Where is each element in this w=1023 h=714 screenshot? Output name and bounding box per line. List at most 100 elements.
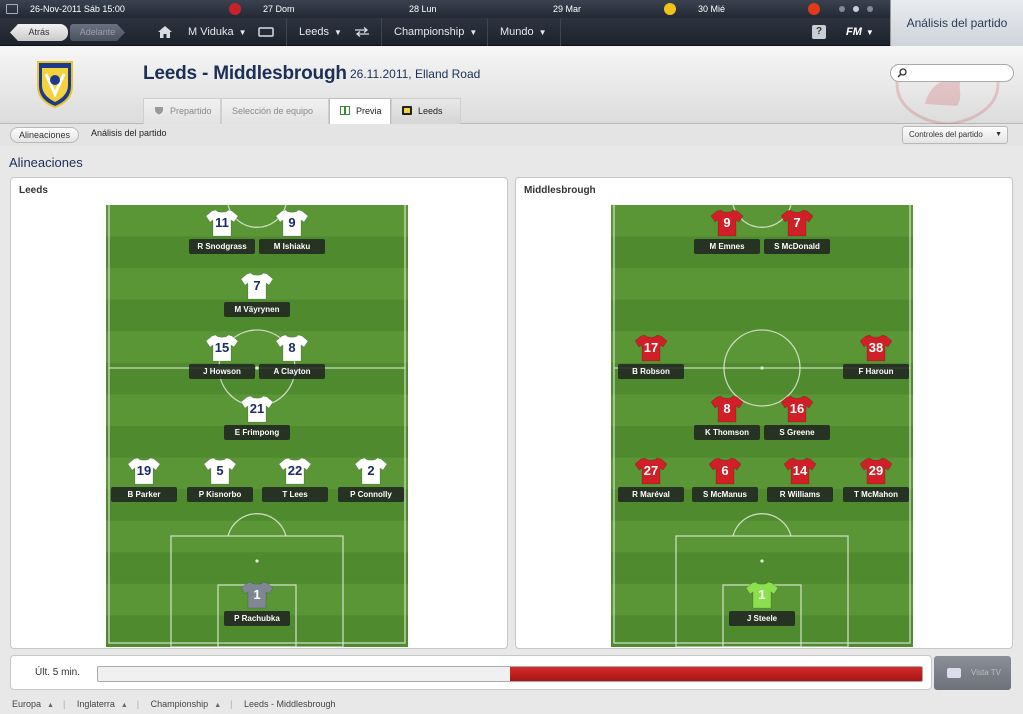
away-lineup-panel: Middlesbrough 9 M Emnes 7 S McDonald 17 B Rob…	[515, 177, 1013, 649]
shirt-number: 5	[216, 463, 224, 478]
player-marker[interactable]: 16 S Greene	[764, 395, 830, 449]
forward-button[interactable]: Adelante	[70, 24, 125, 41]
player-name: J Steele	[729, 611, 795, 626]
calendar-day[interactable]: 28 Lun	[409, 0, 437, 18]
club-menu[interactable]: Leeds ▼	[286, 18, 342, 46]
player-marker[interactable]: 14 R Williams	[767, 457, 833, 511]
momentum-bar-fill	[510, 667, 922, 681]
player-marker[interactable]: 1 P Rachubka	[224, 581, 290, 635]
player-marker[interactable]: 7 M Väyrynen	[224, 272, 290, 326]
player-name: F Haroun	[843, 364, 909, 379]
player-name: R Maréval	[618, 487, 684, 502]
inbox-icon[interactable]	[258, 27, 274, 37]
player-name: T McMahon	[843, 487, 909, 502]
transfer-arrows-icon[interactable]	[354, 27, 370, 37]
shirt-number: 27	[643, 463, 659, 478]
calendar-day[interactable]: 27 Dom	[263, 0, 295, 18]
player-marker[interactable]: 8 K Thomson	[694, 395, 760, 449]
home-team-name: Leeds	[19, 185, 48, 196]
manager-label: M Viduka	[188, 26, 234, 38]
shirt-number: 14	[792, 463, 808, 478]
player-marker[interactable]: 27 R Maréval	[618, 457, 684, 511]
player-marker[interactable]: 29 T McMahon	[843, 457, 909, 511]
match-controls-dropdown[interactable]: Controles del partido ▼	[902, 126, 1008, 144]
competition-menu[interactable]: Championship ▼	[381, 18, 477, 46]
navigation-bar: Atrás Adelante M Viduka ▼ Leeds ▼ Champion…	[0, 18, 890, 46]
world-menu[interactable]: Mundo ▼	[487, 18, 547, 46]
footer-crumb[interactable]: Inglaterra	[77, 699, 115, 709]
tab-label: Selección de equipo	[232, 106, 314, 116]
player-name: J Howson	[189, 364, 255, 379]
calendar-day[interactable]: 29 Mar	[553, 0, 581, 18]
momentum-label: Últ. 5 min.	[35, 667, 81, 678]
shirt-number: 21	[249, 401, 265, 416]
tab-prepartido[interactable]: Prepartido	[143, 98, 221, 124]
player-marker[interactable]: 1 J Steele	[729, 581, 795, 635]
player-marker[interactable]: 9 M Ishiaku	[259, 209, 325, 263]
chevron-down-icon: ▼	[865, 28, 874, 37]
tab-leeds[interactable]: Leeds	[391, 98, 461, 124]
player-marker[interactable]: 8 A Clayton	[259, 334, 325, 388]
shirt-number: 7	[793, 215, 801, 230]
world-label: Mundo	[500, 26, 534, 38]
player-marker[interactable]: 11 R Snodgrass	[189, 209, 255, 263]
calendar-day[interactable]: 30 Mié	[698, 0, 725, 18]
player-marker[interactable]: 19 B Parker	[111, 457, 177, 511]
player-name: P Connolly	[338, 487, 404, 502]
triangle-up-icon[interactable]: ▲	[47, 702, 54, 709]
footer-crumb[interactable]: Championship	[151, 699, 209, 709]
alineaciones-button[interactable]: Alineaciones	[10, 127, 80, 143]
triangle-up-icon[interactable]: ▲	[121, 702, 128, 709]
triangle-up-icon[interactable]: ▲	[214, 702, 221, 709]
shirt-number: 38	[868, 340, 884, 355]
sub-navigation: Alineaciones Análisis del partido Contro…	[0, 124, 1023, 146]
player-marker[interactable]: 22 T Lees	[262, 457, 328, 511]
player-marker[interactable]: 9 M Emnes	[694, 209, 760, 263]
player-name: B Parker	[111, 487, 177, 502]
calendar-bar: 26-Nov-2011 Sáb 15:00 27 Dom 28 Lun 29 M…	[0, 0, 890, 18]
back-button[interactable]: Atrás	[10, 24, 68, 41]
player-marker[interactable]: 5 P Kisnorbo	[187, 457, 253, 511]
player-marker[interactable]: 2 P Connolly	[338, 457, 404, 511]
match-title: Leeds - Middlesbrough	[143, 63, 347, 84]
player-marker[interactable]: 38 F Haroun	[843, 334, 909, 388]
player-marker[interactable]: 17 B Robson	[618, 334, 684, 388]
calendar-scroll-controls[interactable]	[835, 0, 890, 18]
footer-crumb[interactable]: Leeds - Middlesbrough	[244, 699, 336, 709]
tv-view-button[interactable]: Vista TV	[934, 656, 1011, 690]
tv-icon	[947, 668, 961, 678]
help-button[interactable]: ?	[812, 25, 826, 39]
player-name: S McManus	[692, 487, 758, 502]
calendar-icon[interactable]	[6, 4, 18, 14]
shirt-number: 2	[367, 463, 375, 478]
chevron-down-icon: ▼	[469, 28, 478, 37]
shirt-number: 17	[643, 340, 659, 355]
shirt-number: 22	[287, 463, 303, 478]
tab-previa[interactable]: Previa	[329, 98, 391, 124]
tab-seleccion-equipo[interactable]: Selección de equipo	[221, 98, 329, 124]
tab-label: Prepartido	[170, 106, 212, 116]
home-icon[interactable]	[158, 26, 172, 38]
footer-crumb[interactable]: Europa	[12, 699, 41, 709]
player-marker[interactable]: 21 E Frimpong	[224, 395, 290, 449]
manutd-crest-icon	[808, 3, 820, 15]
player-name: S Greene	[764, 425, 830, 440]
player-marker[interactable]: 6 S McManus	[692, 457, 758, 511]
tv-view-label: Vista TV	[971, 668, 1001, 677]
shirt-number: 8	[288, 340, 296, 355]
match-controls-label: Controles del partido	[909, 130, 983, 139]
player-marker[interactable]: 7 S McDonald	[764, 209, 830, 263]
shirt-number: 8	[723, 401, 731, 416]
player-marker[interactable]: 15 J Howson	[189, 334, 255, 388]
manager-menu[interactable]: M Viduka ▼	[176, 18, 247, 46]
shirt-number: 11	[215, 215, 229, 230]
search-input[interactable]	[890, 64, 1014, 82]
shirt-number: 19	[136, 463, 152, 478]
lineup-icon	[340, 106, 350, 115]
chevron-down-icon: ▼	[538, 28, 547, 37]
shirt-number: 16	[789, 401, 805, 416]
search-icon	[897, 68, 907, 78]
fm-menu-button[interactable]: FM ▼	[846, 18, 874, 46]
section-title: Alineaciones	[9, 155, 83, 170]
leeds-crest-icon	[37, 61, 73, 108]
